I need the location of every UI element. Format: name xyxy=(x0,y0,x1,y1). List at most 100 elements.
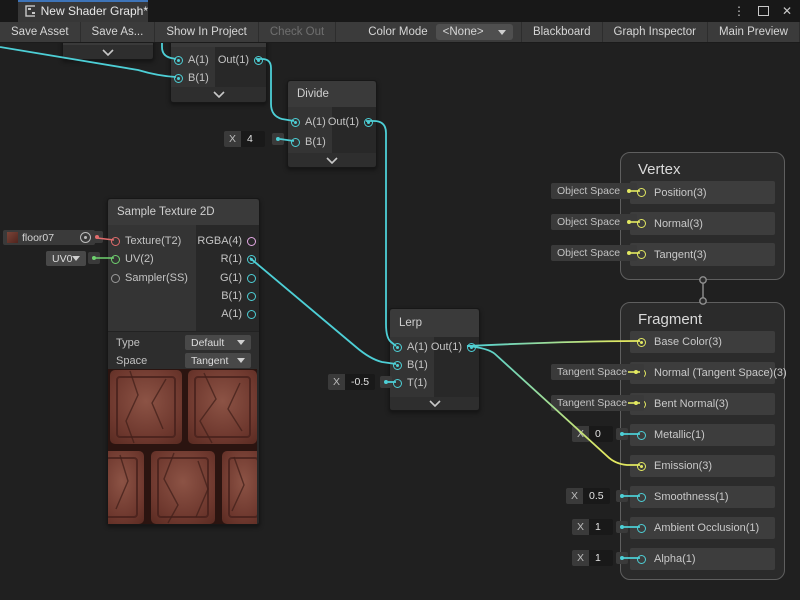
node-math-partial[interactable]: A(1) B(1) Out(1) xyxy=(170,36,267,103)
port-base-color-input[interactable] xyxy=(637,338,646,347)
port-smoothness-input[interactable] xyxy=(637,493,646,502)
ambient-occlusion-value-field[interactable]: X 1 xyxy=(572,519,613,535)
port-uv-input[interactable] xyxy=(111,255,120,264)
port-a-label: A(1) xyxy=(305,116,326,128)
row-label: Alpha(1) xyxy=(654,553,696,565)
port-r-output[interactable] xyxy=(247,255,256,264)
save-as-button[interactable]: Save As... xyxy=(81,22,156,42)
color-mode-dropdown[interactable]: <None> xyxy=(436,24,513,40)
value-input[interactable]: 1 xyxy=(589,519,613,535)
node-title: Lerp xyxy=(390,309,479,337)
close-icon[interactable]: ✕ xyxy=(782,5,792,17)
divide-b-value-field[interactable]: X 4 xyxy=(224,131,265,147)
value-input[interactable]: 0 xyxy=(589,426,613,442)
port-b-input[interactable] xyxy=(291,138,300,147)
window-titlebar: New Shader Graph* ⋮ ✕ xyxy=(0,0,800,22)
port-dot-icon xyxy=(634,401,638,405)
port-emission-input[interactable] xyxy=(637,462,646,471)
context-title: Fragment xyxy=(638,311,702,328)
type-label: Type xyxy=(116,337,140,349)
port-a-input[interactable] xyxy=(291,118,300,127)
port-position-input[interactable] xyxy=(637,188,646,197)
target-picker-icon[interactable] xyxy=(80,232,91,243)
port-t-label: T(1) xyxy=(407,377,427,389)
port-out-output[interactable] xyxy=(467,343,476,352)
space-dropdown[interactable]: Tangent xyxy=(185,353,251,368)
shader-graph-canvas[interactable]: A(1) B(1) Out(1) Divide A(1) B(1) Out(1) xyxy=(0,0,800,600)
kebab-menu-icon[interactable]: ⋮ xyxy=(733,5,745,17)
port-sampler-input[interactable] xyxy=(111,274,120,283)
port-t-input[interactable] xyxy=(393,379,402,388)
port-dot-icon xyxy=(627,189,631,193)
port-b-input[interactable] xyxy=(174,74,183,83)
collapse-preview-button[interactable] xyxy=(171,87,266,102)
value-input[interactable]: -0.5 xyxy=(345,374,375,390)
collapse-preview-button[interactable] xyxy=(288,153,376,167)
value-input[interactable]: 0.5 xyxy=(583,488,610,504)
x-component-label: X xyxy=(224,131,241,147)
port-b-label: B(1) xyxy=(188,72,209,84)
row-label: Emission(3) xyxy=(654,460,712,472)
port-b-input[interactable] xyxy=(393,361,402,370)
fragment-context-block[interactable]: Fragment Base Color(3) Normal (Tangent S… xyxy=(620,302,785,580)
texture-object-field[interactable]: floor07 xyxy=(3,230,95,245)
row-label: Bent Normal(3) xyxy=(654,398,729,410)
port-a-output[interactable] xyxy=(247,310,256,319)
port-out-output[interactable] xyxy=(364,118,373,127)
value-input[interactable]: 1 xyxy=(589,550,613,566)
port-ambient-occlusion-input[interactable] xyxy=(637,524,646,533)
port-normal-input[interactable] xyxy=(637,219,646,228)
port-a-label: A(1) xyxy=(221,308,242,320)
node-divide[interactable]: Divide A(1) B(1) Out(1) xyxy=(287,80,377,168)
graph-inspector-toggle-button[interactable]: Graph Inspector xyxy=(603,22,708,42)
port-a-input[interactable] xyxy=(174,56,183,65)
row-label: Tangent(3) xyxy=(654,249,707,261)
metallic-value-field[interactable]: X 0 xyxy=(572,426,613,442)
chevron-down-icon xyxy=(498,30,506,35)
node-lerp[interactable]: Lerp A(1) B(1) T(1) Out(1) xyxy=(389,308,480,411)
smoothness-value-field[interactable]: X 0.5 xyxy=(566,488,610,504)
node-title: Sample Texture 2D xyxy=(108,199,259,225)
node-sample-texture-2d[interactable]: Sample Texture 2D Texture(T2) UV(2) Samp… xyxy=(107,198,260,525)
port-tangent-input[interactable] xyxy=(637,250,646,259)
texture-name: floor07 xyxy=(22,232,54,244)
toolbar: Save Asset Save As... Show In Project Ch… xyxy=(0,22,800,43)
lerp-t-value-field[interactable]: X -0.5 xyxy=(328,374,375,390)
port-out-output[interactable] xyxy=(254,56,263,65)
maximize-icon[interactable] xyxy=(758,6,769,16)
collapse-preview-button[interactable] xyxy=(390,397,479,410)
port-a-label: A(1) xyxy=(407,341,428,353)
port-b-label: B(1) xyxy=(305,136,326,148)
color-mode-label: Color Mode xyxy=(360,22,435,42)
port-dot-icon xyxy=(627,220,631,224)
badge-label: Object Space xyxy=(557,247,620,259)
port-texture-input[interactable] xyxy=(111,237,120,246)
inline-port-connector xyxy=(272,133,284,145)
blackboard-toggle-button[interactable]: Blackboard xyxy=(521,22,603,42)
show-in-project-button[interactable]: Show In Project xyxy=(155,22,259,42)
check-out-button[interactable]: Check Out xyxy=(259,22,336,42)
port-b-output[interactable] xyxy=(247,292,256,301)
port-alpha-input[interactable] xyxy=(637,555,646,564)
type-dropdown[interactable]: Default xyxy=(185,335,251,350)
vertex-context-block[interactable]: Vertex Position(3) Normal(3) Tangent(3) xyxy=(620,152,785,280)
port-sampler-label: Sampler(SS) xyxy=(125,272,188,284)
collapse-preview-button[interactable] xyxy=(63,45,153,59)
chevron-down-icon xyxy=(326,157,338,164)
x-component-label: X xyxy=(328,374,345,390)
port-metallic-input[interactable] xyxy=(637,431,646,440)
uv-channel-dropdown[interactable]: UV0 xyxy=(46,251,86,266)
value-input[interactable]: 4 xyxy=(241,131,265,147)
edge[interactable] xyxy=(250,258,396,364)
document-tab[interactable]: New Shader Graph* xyxy=(18,0,148,22)
port-a-input[interactable] xyxy=(393,343,402,352)
alpha-value-field[interactable]: X 1 xyxy=(572,550,613,566)
port-rgba-output[interactable] xyxy=(247,237,256,246)
save-asset-button[interactable]: Save Asset xyxy=(0,22,81,42)
port-a-label: A(1) xyxy=(188,54,209,66)
space-badge: Object Space xyxy=(551,214,637,230)
port-g-output[interactable] xyxy=(247,274,256,283)
main-preview-toggle-button[interactable]: Main Preview xyxy=(708,22,800,42)
edge[interactable] xyxy=(467,341,640,346)
chevron-down-icon xyxy=(72,256,80,261)
